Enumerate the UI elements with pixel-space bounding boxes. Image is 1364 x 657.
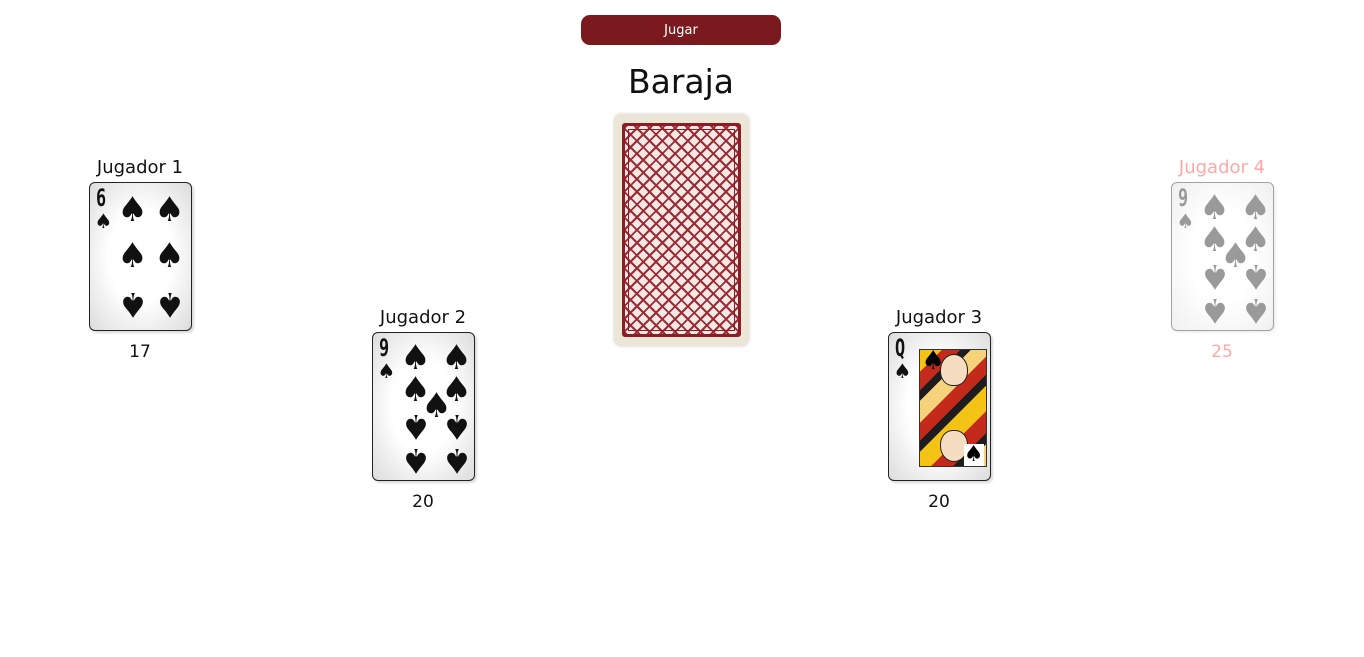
spade-icon: ♠ [400,440,431,480]
spade-icon: ♠ [117,236,148,276]
player-card-six-of-spades: 6 ♠ ♠ ♠ ♠ ♠ ♠ ♠ [88,182,192,331]
spade-icon: ♠ [377,359,396,383]
spade-icon: ♠ [1240,256,1271,296]
spade-icon: ♠ [441,406,472,446]
card-rank: 9 [378,334,389,362]
spade-icon: ♠ [921,346,945,376]
player-card-queen-of-spades: Q ♠ ♠ ♠ [887,332,991,481]
spade-icon: ♠ [1176,209,1195,233]
player-score: 25 [1211,342,1233,362]
player-name: Jugador 4 [1178,157,1266,178]
player-name: Jugador 3 [895,307,983,328]
spade-icon: ♠ [154,284,185,324]
queen-face-artwork: ♠ ♠ [918,346,987,467]
spade-icon: ♠ [154,190,185,230]
spade-icon: ♠ [117,284,148,324]
player-1: Jugador 1 6 ♠ ♠ ♠ ♠ ♠ ♠ ♠ 17 [80,157,200,363]
spade-icon: ♠ [1199,256,1230,296]
spade-icon: ♠ [94,209,113,233]
player-name: Jugador 2 [379,307,467,328]
spade-icon: ♠ [154,236,185,276]
player-score: 20 [412,492,434,512]
player-card-nine-of-spades: 9 ♠ ♠ ♠ ♠ ♠ ♠ ♠ ♠ ♠ ♠ [1170,182,1274,331]
spade-icon: ♠ [117,190,148,230]
spade-icon: ♠ [963,442,984,467]
card-rank: 9 [1177,184,1188,212]
player-2: Jugador 2 9 ♠ ♠ ♠ ♠ ♠ ♠ ♠ ♠ ♠ ♠ 20 [363,307,483,513]
card-rank: Q [894,334,905,362]
deck-card-back[interactable] [614,114,749,346]
card-back-pattern [622,123,741,337]
game-table: Jugar Baraja Jugador 1 6 ♠ ♠ ♠ ♠ ♠ ♠ ♠ 1… [0,0,1364,657]
player-name: Jugador 1 [96,157,184,178]
spade-icon: ♠ [1240,290,1271,330]
spade-icon: ♠ [1199,290,1230,330]
spade-icon: ♠ [893,359,912,383]
play-button[interactable]: Jugar [581,15,781,45]
player-score: 20 [928,492,950,512]
player-3: Jugador 3 Q ♠ ♠ ♠ 20 [879,307,999,513]
spade-icon: ♠ [400,406,431,446]
card-rank: 6 [95,184,106,212]
spade-icon: ♠ [441,440,472,480]
deck-title: Baraja [627,62,735,101]
player-score: 17 [129,342,151,362]
player-4: Jugador 4 9 ♠ ♠ ♠ ♠ ♠ ♠ ♠ ♠ ♠ ♠ 25 [1162,157,1282,363]
player-card-nine-of-spades: 9 ♠ ♠ ♠ ♠ ♠ ♠ ♠ ♠ ♠ ♠ [371,332,475,481]
